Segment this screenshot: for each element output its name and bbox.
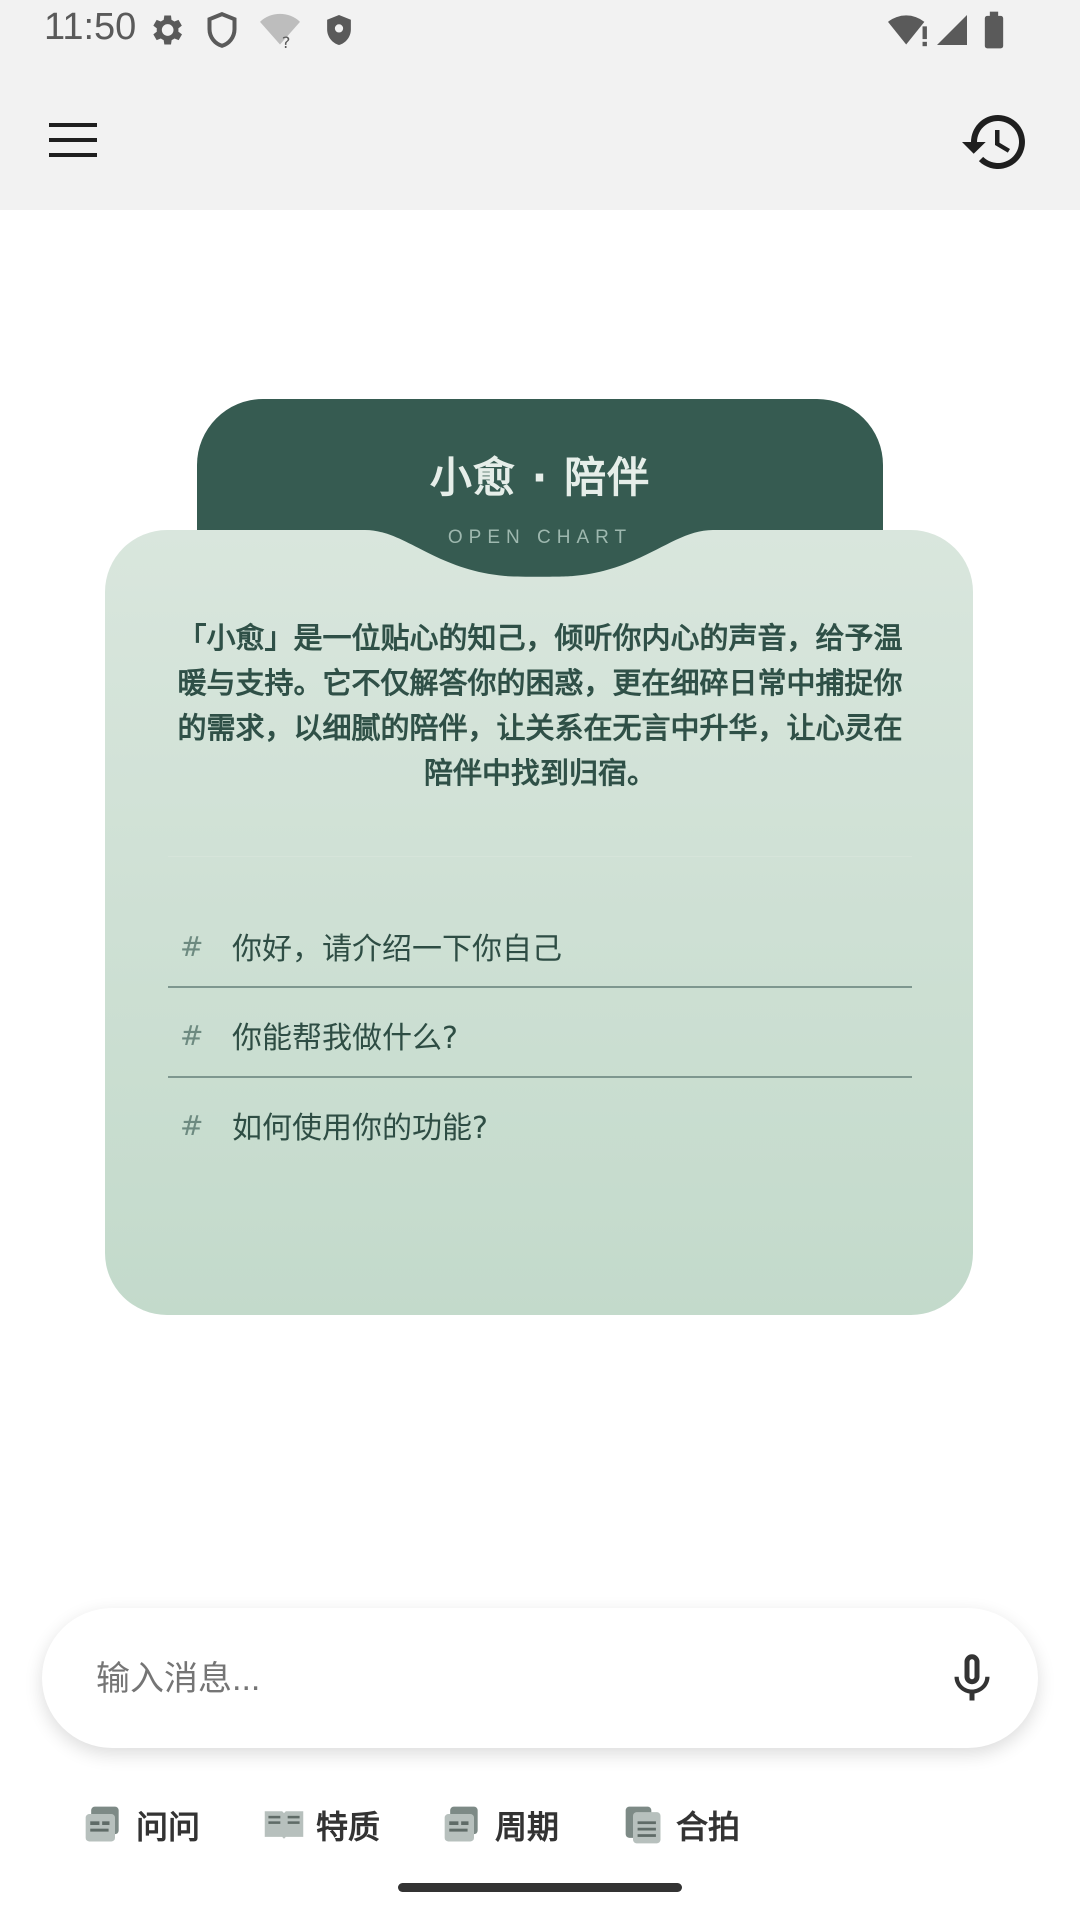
menu-icon[interactable] [34,104,114,176]
tab-hepai[interactable]: 合拍 [622,1795,740,1855]
prompt-text: 如何使用你的功能? [232,1111,488,1146]
battery-icon [984,11,1004,49]
document-icon [625,1806,661,1844]
wifi-question-icon: ? [260,13,300,50]
tab-label: 周期 [495,1808,560,1846]
divider [168,856,912,857]
message-input-bar [42,1608,1038,1750]
app-bar [0,64,1080,210]
shield-icon [207,12,237,48]
message-input[interactable] [94,1608,898,1750]
wifi-icon [888,15,927,47]
history-icon[interactable] [955,106,1035,178]
prompt-item[interactable]: # 你能帮我做什么? [168,991,912,1079]
tab-label: 特质 [316,1808,381,1846]
prompt-divider [168,1076,912,1078]
tab-tezhi[interactable]: 特质 [262,1795,380,1855]
prompt-item[interactable]: # 你好，请介绍一下你自己 [168,902,912,990]
hash-icon: # [180,929,204,963]
tab-zhouqi[interactable]: 周期 [441,1795,559,1855]
card-subtitle: OPEN CHART [447,527,633,548]
hash-icon: # [180,1108,204,1142]
card-title: 小愈 · 陪伴 [429,453,651,502]
mic-icon[interactable] [942,1646,1002,1710]
prompt-item[interactable]: # 如何使用你的功能? [168,1081,912,1169]
signal-icon [937,15,967,45]
tab-label: 问问 [136,1808,201,1846]
news-icon [444,1806,478,1842]
prompt-divider [168,986,912,988]
status-bar: 11:50 ? [0,0,1080,64]
hash-icon: # [180,1018,204,1052]
home-indicator[interactable] [398,1883,682,1892]
prompt-text: 你好，请介绍一下你自己 [232,932,562,967]
shield-filled-icon [327,14,351,46]
card-description: 「小愈」是一位贴心的知己，倾听你内心的声音，给予温暖与支持。它不仅解答你的困惑，… [177,621,903,790]
book-icon [264,1811,304,1839]
bottom-tabs: 问问 特质 周期 合拍 [0,1795,1080,1855]
status-time: 11:50 [44,6,137,48]
svg-text:?: ? [282,33,291,50]
tab-label: 合拍 [676,1808,741,1846]
prompt-text: 你能帮我做什么? [232,1021,458,1056]
news-icon [85,1806,119,1842]
settings-icon [153,15,182,45]
tab-wenwen[interactable]: 问问 [82,1795,200,1855]
